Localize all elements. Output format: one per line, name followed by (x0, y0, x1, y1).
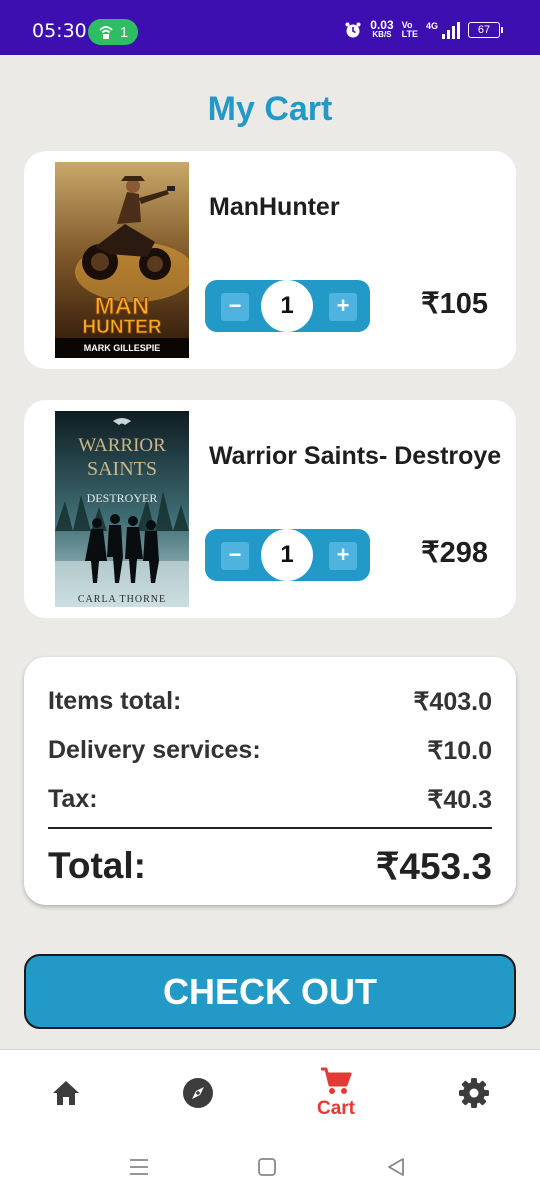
network-type: 4G (425, 21, 438, 31)
checkout-button[interactable]: CHECK OUT (24, 954, 516, 1029)
quantity-stepper: − 1 + (205, 280, 370, 332)
delivery-row: Delivery services: ₹10.0 (48, 736, 492, 766)
delivery-value: ₹10.0 (427, 737, 492, 765)
battery-level: 67 (477, 24, 491, 36)
book-cover-image[interactable]: MAN HUNTER MARK GILLESPIE (55, 162, 189, 358)
cover-title-2: HUNTER (82, 317, 161, 338)
item-title: Warrior Saints- Destroye (209, 442, 502, 470)
cover-author: MARK GILLESPIE (84, 343, 161, 353)
item-price: ₹298 (421, 537, 488, 569)
nav-settings[interactable] (454, 1050, 494, 1136)
home-button-icon[interactable] (255, 1155, 279, 1179)
recent-apps-icon[interactable] (127, 1155, 151, 1179)
cover-title-1: WARRIOR (78, 435, 166, 456)
items-total-label: Items total: (48, 687, 182, 715)
net-speed-value: 0.03 (370, 18, 394, 32)
hotspot-icon (99, 26, 113, 39)
tax-value: ₹40.3 (427, 786, 492, 814)
total-value: ₹453.3 (375, 846, 492, 887)
cover-title-2: SAINTS (87, 458, 157, 480)
tax-label: Tax: (48, 785, 98, 813)
hotspot-indicator: 1 (88, 19, 138, 45)
net-speed: 0.03 KB/S (370, 18, 394, 40)
book-cover-image[interactable]: WARRIOR SAINTS DESTROYER CARLA THORNE (55, 411, 189, 607)
bottom-nav: Cart (0, 1049, 540, 1135)
delivery-label: Delivery services: (48, 736, 261, 764)
item-title: ManHunter (209, 193, 340, 221)
items-total-value: ₹403.0 (413, 688, 492, 716)
status-icons: 0.03 KB/S Vo LTE 4G 67 (344, 16, 503, 44)
cover-subtitle: DESTROYER (87, 491, 158, 505)
increase-quantity-button[interactable]: + (329, 293, 357, 321)
decrease-quantity-button[interactable]: − (221, 293, 249, 321)
volte-indicator: Vo LTE (402, 21, 418, 39)
tax-row: Tax: ₹40.3 (48, 785, 492, 815)
items-total-row: Items total: ₹403.0 (48, 687, 492, 717)
item-price: ₹105 (421, 288, 488, 320)
status-bar: 05:30 1 0.03 KB/S Vo LTE 4G 67 (0, 0, 540, 55)
back-icon[interactable] (384, 1155, 408, 1179)
quantity-value: 1 (261, 280, 313, 332)
order-summary: Items total: ₹403.0 Delivery services: ₹… (24, 657, 516, 905)
hotspot-count: 1 (119, 23, 129, 41)
quantity-stepper: − 1 + (205, 529, 370, 581)
battery-icon: 67 (468, 22, 503, 38)
volte-bottom: LTE (401, 29, 418, 39)
cart-item: MAN HUNTER MARK GILLESPIE ManHunter − 1 … (24, 151, 516, 369)
grand-total-row: Total: ₹453.3 (48, 845, 492, 888)
cover-author: CARLA THORNE (78, 594, 166, 605)
nav-cart-label: Cart (316, 1098, 355, 1119)
net-speed-unit: KB/S (372, 30, 392, 39)
signal-icon: 4G (426, 21, 460, 39)
page-title: My Cart (207, 90, 333, 128)
nav-cart[interactable]: Cart (306, 1050, 366, 1136)
cover-title-1: MAN (95, 293, 150, 320)
system-nav-bar (0, 1135, 540, 1200)
gear-icon (459, 1078, 489, 1108)
nav-home[interactable] (46, 1050, 86, 1136)
status-time: 05:30 (32, 20, 87, 42)
compass-icon (183, 1078, 213, 1108)
summary-divider (48, 827, 492, 829)
total-label: Total: (48, 845, 146, 886)
alarm-icon (345, 22, 361, 38)
decrease-quantity-button[interactable]: − (221, 542, 249, 570)
cart-icon (321, 1067, 352, 1094)
increase-quantity-button[interactable]: + (329, 542, 357, 570)
quantity-value: 1 (261, 529, 313, 581)
home-icon (53, 1081, 79, 1105)
cart-item: WARRIOR SAINTS DESTROYER CARLA THORNE Wa… (24, 400, 516, 618)
nav-explore[interactable] (178, 1050, 218, 1136)
